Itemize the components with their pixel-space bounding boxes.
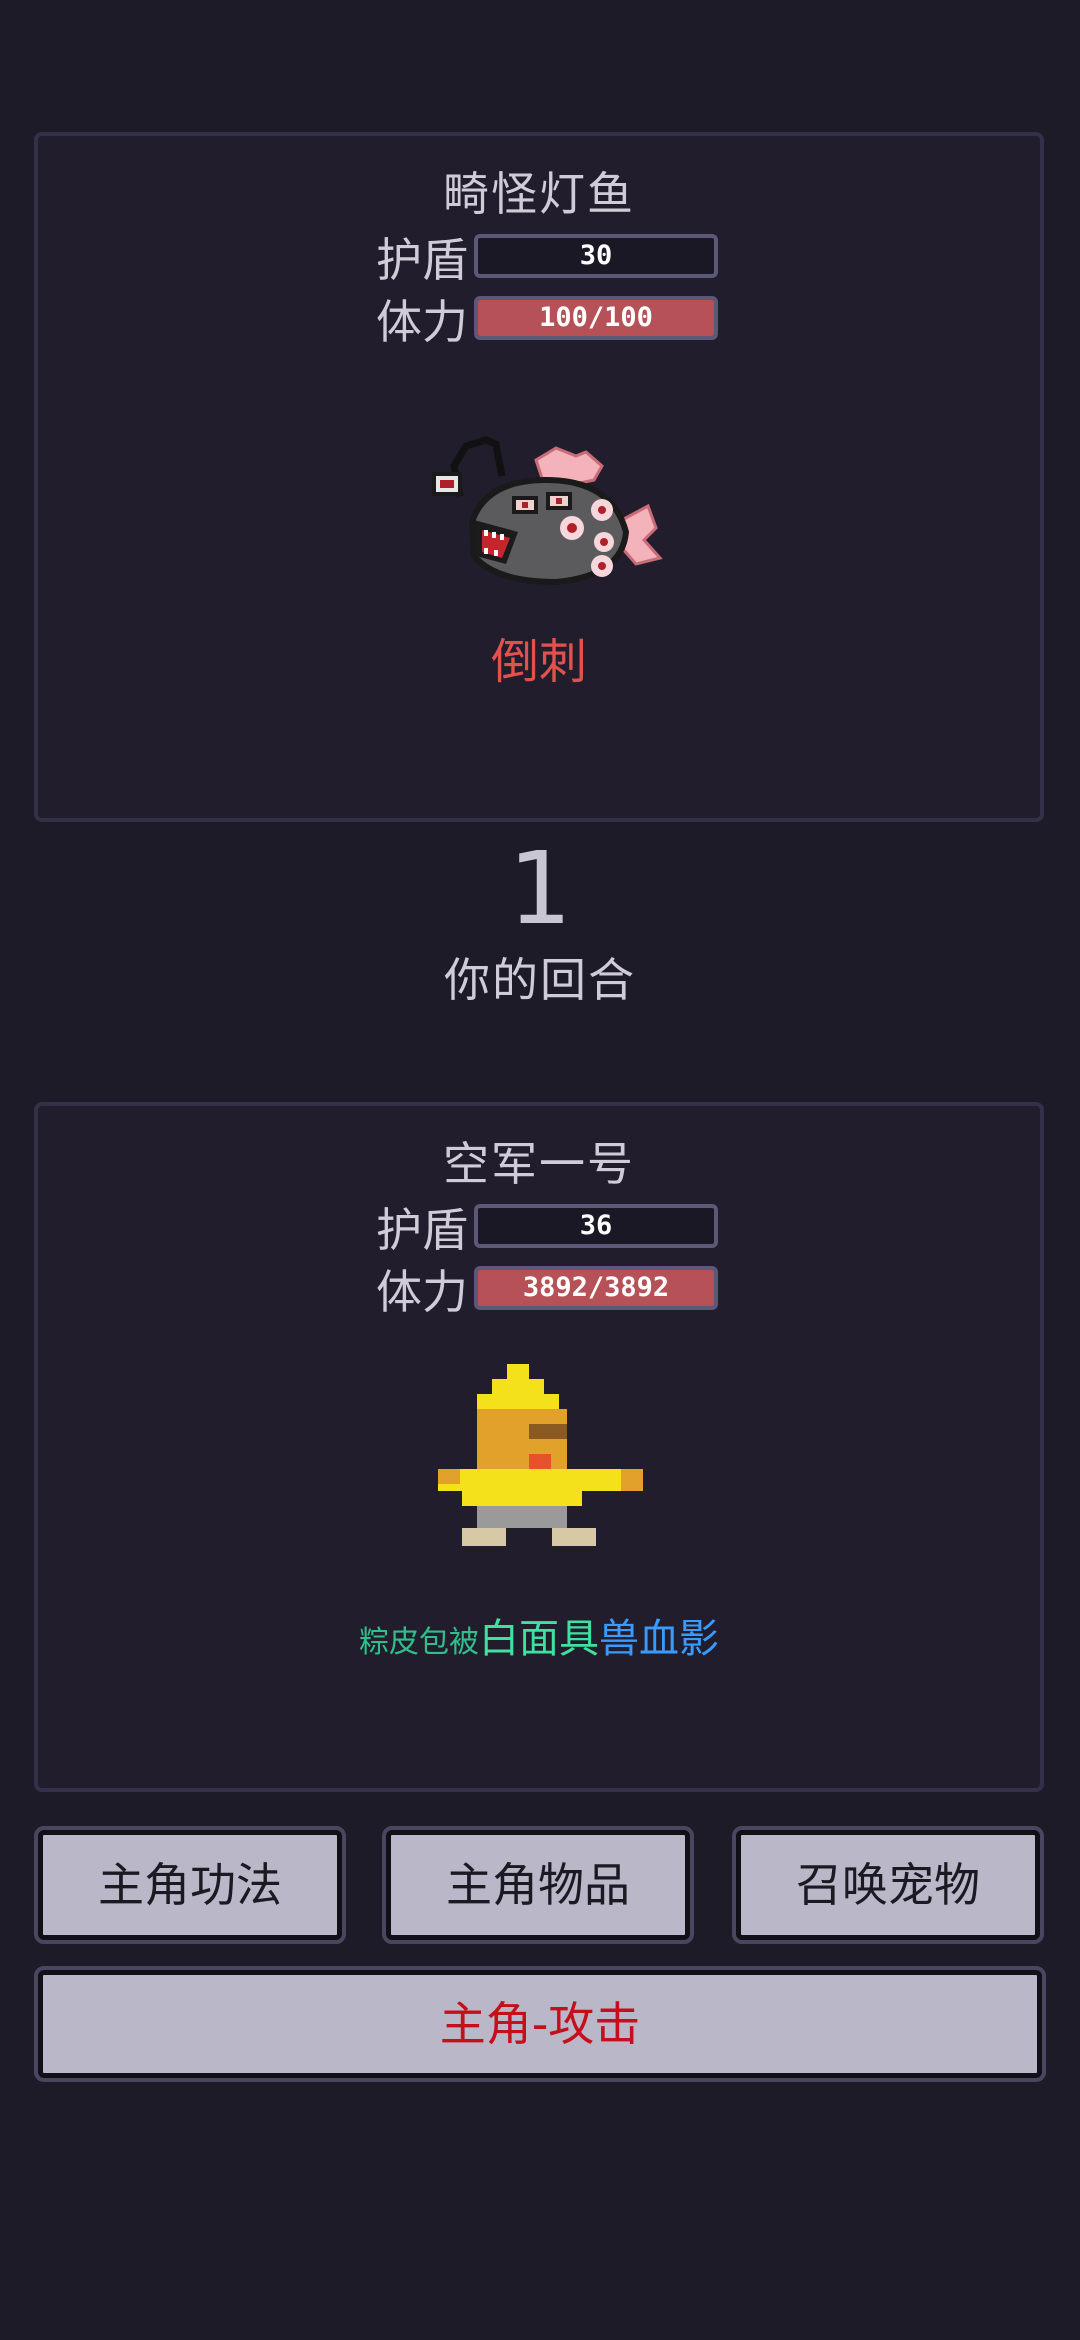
player-panel: 空军一号 护盾 36 体力 3892/3892 粽皮包被白面具兽血影 xyxy=(34,1102,1044,1792)
anglerfish-sprite[interactable] xyxy=(426,436,666,606)
turn-number: 1 xyxy=(508,830,572,947)
equipment-item[interactable]: 兽血影 xyxy=(599,1616,719,1662)
enemy-shield-label: 护盾 xyxy=(376,233,468,287)
enemy-shield-bar: 30 xyxy=(474,234,718,278)
enemy-hp-label: 体力 xyxy=(376,295,468,349)
equipment-item[interactable]: 粽皮包被 xyxy=(359,1625,479,1660)
player-hp-value: 3892/3892 xyxy=(522,1272,670,1303)
skills-button[interactable]: 主角功法 xyxy=(34,1826,346,1944)
enemy-status-effect: 倒刺 xyxy=(490,634,587,690)
equipment-item[interactable]: 白面具 xyxy=(479,1616,599,1662)
attack-button[interactable]: 主角-攻击 xyxy=(34,1966,1046,2082)
player-name: 空军一号 xyxy=(443,1137,635,1191)
player-equipment-list: 粽皮包被白面具兽血影 xyxy=(38,1606,1040,1664)
turn-label: 你的回合 xyxy=(444,953,636,1007)
player-shield-value: 36 xyxy=(579,1210,613,1241)
enemy-name: 畸怪灯鱼 xyxy=(443,167,635,221)
enemy-shield-value: 30 xyxy=(579,240,613,271)
player-hp-label: 体力 xyxy=(376,1265,468,1319)
enemy-panel: 畸怪灯鱼 护盾 30 体力 100/100 倒刺 xyxy=(34,132,1044,822)
yellow-hat-character-sprite[interactable] xyxy=(438,1364,648,1574)
items-button[interactable]: 主角物品 xyxy=(382,1826,694,1944)
enemy-hp-value: 100/100 xyxy=(539,302,653,333)
player-hp-bar: 3892/3892 xyxy=(474,1266,718,1310)
player-shield-bar: 36 xyxy=(474,1204,718,1248)
enemy-hp-bar: 100/100 xyxy=(474,296,718,340)
summon-pet-button[interactable]: 召唤宠物 xyxy=(732,1826,1044,1944)
player-shield-label: 护盾 xyxy=(376,1203,468,1257)
